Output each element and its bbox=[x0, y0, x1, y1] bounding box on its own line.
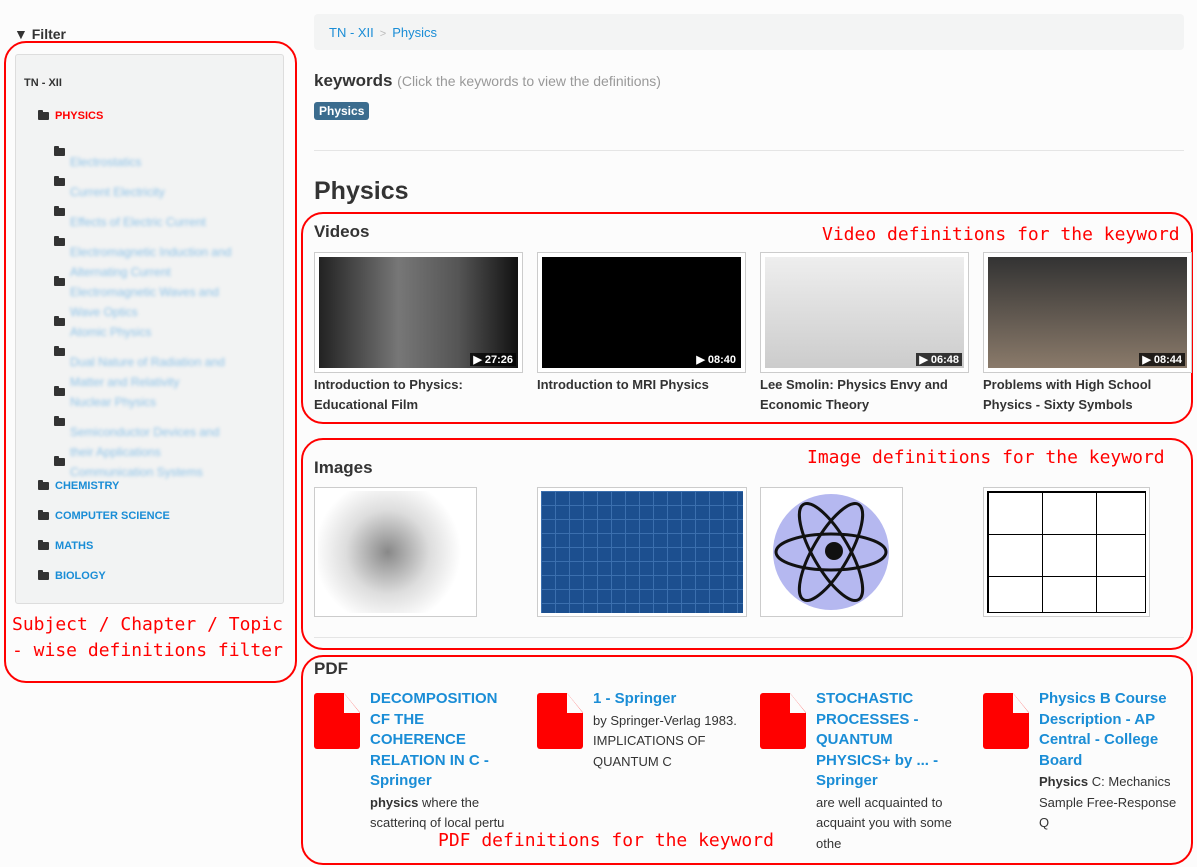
pdf-description: are well acquainted to acquaint you with… bbox=[816, 793, 961, 855]
filter-annotation: Subject / Chapter / Topic - wise definit… bbox=[12, 614, 283, 661]
folder-icon bbox=[38, 480, 49, 491]
video-title[interactable]: Problems with High School Physics - Sixt… bbox=[983, 375, 1197, 415]
pdf-description: by Springer-Verlag 1983. IMPLICATIONS OF… bbox=[593, 711, 738, 773]
duration-text: 08:44 bbox=[1153, 354, 1182, 366]
subject-label: CHEMISTRY bbox=[55, 480, 120, 492]
image-thumb-atom[interactable] bbox=[760, 487, 903, 617]
video-duration: ▶ 06:48 bbox=[916, 353, 962, 366]
breadcrumb-current[interactable]: Physics bbox=[392, 25, 437, 40]
tree-subject[interactable]: BIOLOGY bbox=[38, 570, 106, 582]
images-heading: Images bbox=[314, 458, 373, 477]
pdf-desc-bold: Physics bbox=[1039, 774, 1089, 789]
video-title[interactable]: Introduction to Physics: Educational Fil… bbox=[314, 375, 529, 415]
tree-root[interactable]: TN - XII bbox=[24, 77, 62, 89]
subject-label: BIOLOGY bbox=[55, 570, 106, 582]
video-thumbnail[interactable]: ▶ 08:44 bbox=[983, 252, 1192, 373]
video-thumbnail[interactable]: ▶ 27:26 bbox=[314, 252, 523, 373]
filter-label: Filter bbox=[31, 26, 66, 42]
videos-annotation: Video definitions for the keyword bbox=[822, 224, 1180, 245]
images-annotation: Image definitions for the keyword bbox=[807, 447, 1165, 468]
keywords-label: keywords bbox=[314, 71, 393, 90]
duration-text: 27:26 bbox=[484, 354, 513, 366]
play-icon: ▶ bbox=[473, 354, 482, 366]
folder-icon bbox=[54, 415, 65, 426]
video-thumbnail[interactable]: ▶ 08:40 bbox=[537, 252, 746, 373]
folder-icon bbox=[54, 385, 65, 396]
pdf-heading: PDF bbox=[314, 659, 348, 678]
filter-title: ▼ Filter bbox=[14, 26, 66, 42]
video-title[interactable]: Introduction to MRI Physics bbox=[537, 375, 752, 395]
tree-subject[interactable]: MATHS bbox=[38, 540, 93, 552]
topic-label: Communication Systems bbox=[70, 465, 203, 479]
folder-icon bbox=[54, 205, 65, 216]
subject-label: PHYSICS bbox=[55, 110, 104, 122]
pdf-description: physics where the scatterinq of local pe… bbox=[370, 793, 515, 834]
pdf-desc-bold: physics bbox=[370, 794, 419, 810]
filter-icon: ▼ bbox=[14, 26, 28, 42]
tree-subject-physics[interactable]: PHYSICS bbox=[38, 110, 103, 122]
folder-icon bbox=[38, 510, 49, 521]
folder-icon bbox=[54, 455, 65, 466]
divider bbox=[314, 637, 1184, 638]
keyword-badge[interactable]: Physics bbox=[314, 102, 370, 120]
pdf-title[interactable]: Physics B Course Description - AP Centra… bbox=[1039, 689, 1179, 771]
video-title[interactable]: Lee Smolin: Physics Envy and Economic Th… bbox=[760, 375, 975, 415]
duration-text: 06:48 bbox=[930, 354, 959, 366]
pdf-desc-text: by Springer-Verlag 1983. IMPLICATIONS OF… bbox=[593, 712, 737, 769]
play-icon: ▶ bbox=[919, 354, 928, 366]
folder-icon bbox=[54, 345, 65, 356]
tree-subject[interactable]: CHEMISTRY bbox=[38, 480, 119, 492]
breadcrumb-separator: > bbox=[379, 28, 387, 40]
folder-icon bbox=[54, 235, 65, 246]
page-title: Physics bbox=[314, 177, 409, 205]
folder-icon bbox=[38, 540, 49, 551]
video-thumbnail[interactable]: ▶ 06:48 bbox=[760, 252, 969, 373]
image-thumb-comic[interactable] bbox=[983, 487, 1150, 617]
breadcrumb: TN - XII > Physics bbox=[314, 14, 1184, 50]
pdf-title[interactable]: STOCHASTIC PROCESSES - QUANTUM PHYSICS+ … bbox=[816, 689, 956, 792]
breadcrumb-root[interactable]: TN - XII bbox=[329, 25, 374, 40]
image-thumb-einstein[interactable] bbox=[314, 487, 477, 617]
folder-open-icon bbox=[38, 110, 49, 121]
video-duration: ▶ 27:26 bbox=[470, 353, 516, 366]
subject-label: COMPUTER SCIENCE bbox=[55, 510, 170, 522]
keywords-heading: keywords (Click the keywords to view the… bbox=[314, 71, 661, 91]
pdf-title[interactable]: DECOMPOSITION CF THE COHERENCE RELATION … bbox=[370, 689, 510, 792]
pdf-description: Physics C: Mechanics Sample Free-Respons… bbox=[1039, 772, 1184, 834]
videos-heading: Videos bbox=[314, 222, 370, 241]
video-duration: ▶ 08:44 bbox=[1139, 353, 1185, 366]
play-icon: ▶ bbox=[1142, 354, 1151, 366]
duration-text: 08:40 bbox=[707, 354, 736, 366]
folder-icon bbox=[38, 570, 49, 581]
folder-icon bbox=[54, 175, 65, 186]
pdf-desc-text: are well acquainted to acquaint you with… bbox=[816, 794, 952, 851]
keywords-hint: (Click the keywords to view the definiti… bbox=[397, 73, 661, 89]
divider bbox=[314, 150, 1184, 151]
video-duration: ▶ 08:40 bbox=[693, 353, 739, 366]
tree-topic[interactable]: Communication Systems bbox=[54, 447, 245, 482]
play-icon: ▶ bbox=[696, 354, 705, 366]
pdf-title[interactable]: 1 - Springer bbox=[593, 689, 733, 710]
folder-icon bbox=[54, 275, 65, 286]
image-thumb-physics-word[interactable] bbox=[537, 487, 747, 617]
folder-icon bbox=[54, 145, 65, 156]
subject-label: MATHS bbox=[55, 540, 94, 552]
tree-subject[interactable]: COMPUTER SCIENCE bbox=[38, 510, 170, 522]
folder-icon bbox=[54, 315, 65, 326]
